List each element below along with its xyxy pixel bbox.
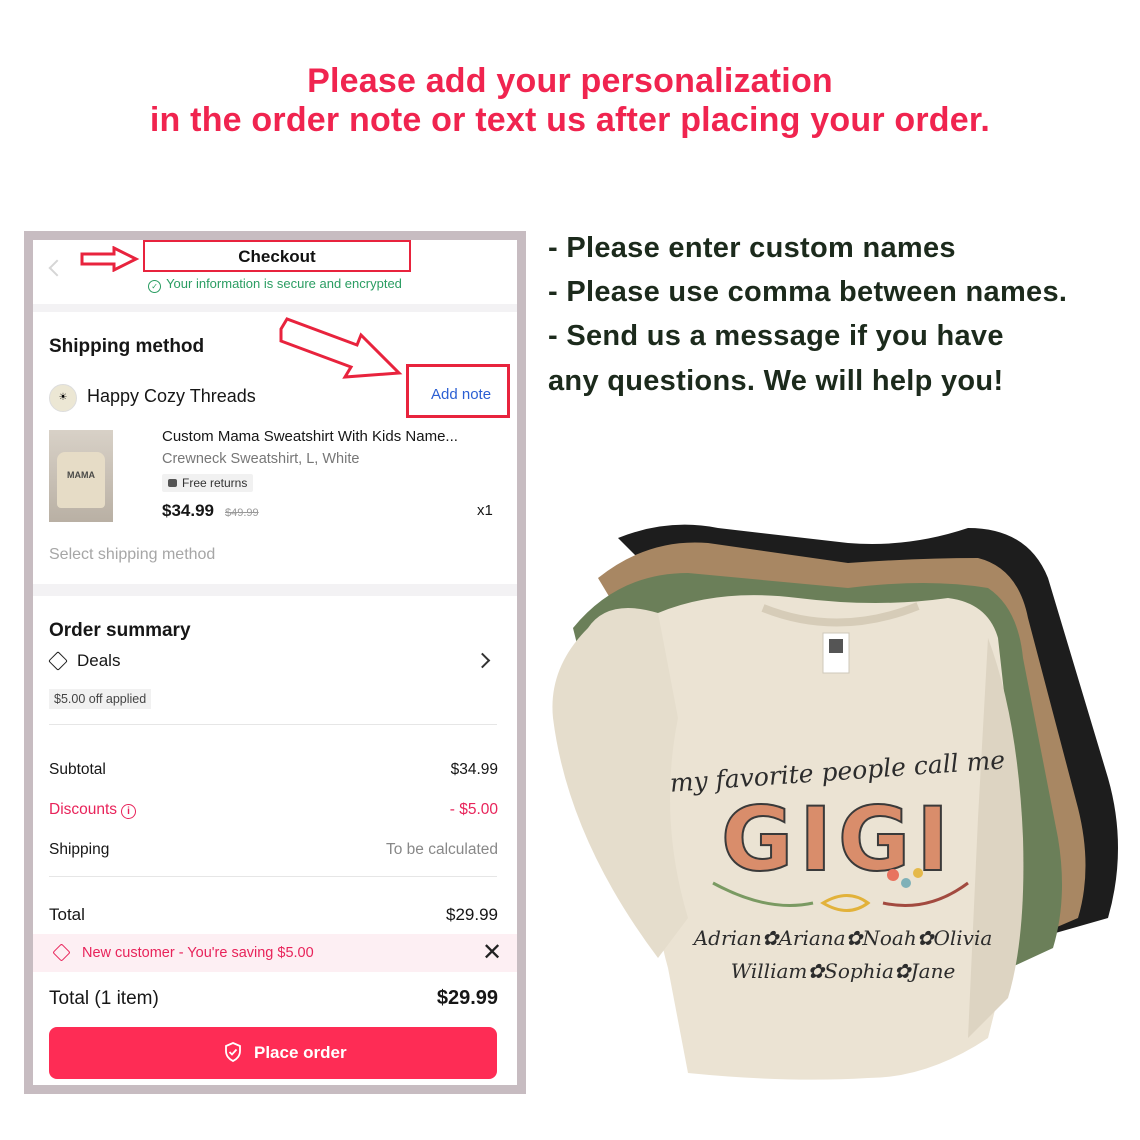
shop-logo: ☀ [49, 384, 77, 412]
place-order-button[interactable]: Place order [49, 1027, 497, 1079]
instruction-line: - Please use comma between names. [548, 276, 1068, 308]
product-name[interactable]: Custom Mama Sweatshirt With Kids Name... [162, 428, 502, 445]
deal-applied-badge: $5.00 off applied [49, 689, 152, 709]
place-order-label: Place order [254, 1043, 347, 1062]
divider [49, 724, 497, 725]
shield-check-icon [225, 1042, 241, 1062]
print-names-line2: William✿Sophia✿Jane [731, 959, 956, 983]
shipping-label: Shipping [49, 841, 110, 858]
product-quantity: x1 [477, 502, 493, 519]
instruction-line: - Please enter custom names [548, 232, 956, 264]
add-note-link[interactable]: Add note [431, 386, 491, 403]
order-summary-card: Order summary Deals $5.00 off applied Su… [33, 596, 517, 1085]
footer-total-label: Total (1 item) [49, 988, 159, 1009]
back-chevron-icon[interactable] [48, 259, 66, 277]
shipping-value: To be calculated [385, 841, 498, 858]
shield-check-icon: ✓ [148, 280, 162, 293]
discounts-value: - $5.00 [449, 801, 498, 818]
secure-notice-text: Your information is secure and encrypted [166, 276, 402, 291]
product-variant: Crewneck Sweatshirt, L, White [162, 451, 360, 467]
order-summary-title: Order summary [49, 620, 191, 641]
box-icon [168, 479, 177, 487]
pointer-arrow-icon [279, 317, 403, 379]
footer-total-value: $29.99 [436, 987, 498, 1009]
discounts-row-label: Discounts i [49, 801, 137, 819]
tag-icon [52, 943, 71, 962]
print-names-line1: Adrian✿Ariana✿Noah✿Olivia [692, 926, 993, 950]
free-returns-badge: Free returns [162, 474, 254, 492]
instruction-line: - Send us a message if you have [548, 320, 1004, 352]
divider [49, 876, 497, 877]
personalization-headline-line1: Please add your personalization [307, 62, 833, 100]
subtotal-label: Subtotal [49, 761, 106, 778]
total-value: $29.99 [446, 905, 498, 924]
product-image-text: MAMA [67, 470, 95, 480]
checkout-title-highlight: Checkout [143, 240, 411, 272]
promo-banner: New customer - You're saving $5.00 ✕ [33, 934, 517, 972]
product-original-price: $49.99 [225, 507, 259, 519]
total-label: Total [49, 905, 85, 924]
chevron-right-icon[interactable] [474, 652, 491, 669]
select-shipping-method[interactable]: Select shipping method [49, 546, 215, 564]
promo-text: New customer - You're saving $5.00 [82, 945, 314, 961]
shop-name: Happy Cozy Threads [87, 386, 256, 406]
instruction-line: any questions. We will help you! [548, 365, 1004, 397]
sweatshirt-stack-photo: my favorite people call me GIGI Adrian✿A… [552, 524, 1118, 1080]
personalization-headline-line2: in the order note or text us after placi… [149, 101, 991, 139]
page-title: Checkout [238, 247, 316, 266]
product-price: $34.99 [162, 501, 214, 520]
pointer-arrow-icon [80, 246, 140, 272]
free-returns-text: Free returns [182, 476, 248, 490]
product-shirt-graphic [57, 452, 105, 508]
info-icon[interactable]: i [121, 804, 137, 819]
shipping-section-title: Shipping method [49, 336, 205, 357]
tag-icon [48, 651, 68, 671]
close-icon[interactable]: ✕ [482, 938, 502, 967]
discounts-label: Discounts [49, 801, 118, 818]
product-thumbnail[interactable]: MAMA [49, 430, 113, 522]
secure-notice: ✓ Your information is secure and encrypte… [33, 276, 517, 293]
deals-label[interactable]: Deals [77, 651, 120, 671]
subtotal-value: $34.99 [450, 761, 498, 778]
